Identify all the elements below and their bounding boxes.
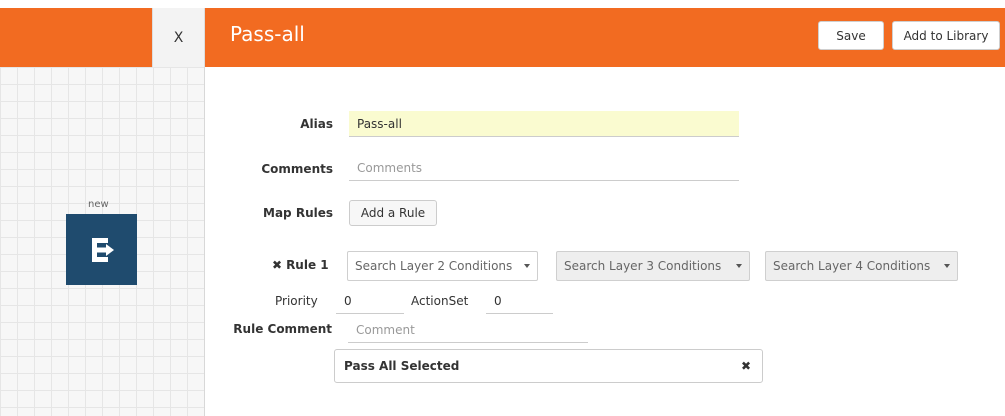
map-rules-label: Map Rules — [263, 206, 333, 220]
alias-label: Alias — [300, 117, 333, 131]
pass-all-label: Pass All Selected — [344, 359, 460, 373]
save-button[interactable]: Save — [818, 21, 884, 50]
chevron-down-icon — [736, 264, 742, 268]
actionset-label: ActionSet — [411, 294, 469, 308]
rule-header: ✖ Rule 1 — [272, 258, 329, 272]
rule-title: Rule 1 — [286, 258, 329, 272]
map-editor: X Pass-all Save Add to Library new Alias… — [0, 0, 1005, 416]
add-rule-button[interactable]: Add a Rule — [349, 200, 437, 226]
map-node[interactable] — [66, 214, 137, 285]
priority-field[interactable]: 0 — [336, 288, 404, 314]
pass-all-selected-tag: Pass All Selected ✖ — [334, 349, 763, 383]
e-arrow-icon — [91, 237, 114, 262]
actionset-field[interactable]: 0 — [486, 288, 553, 314]
close-icon[interactable]: ✖ — [741, 359, 751, 373]
add-to-library-button[interactable]: Add to Library — [892, 21, 1000, 50]
alias-field[interactable]: Pass-all — [349, 111, 739, 137]
comments-label: Comments — [261, 162, 333, 176]
rule-comment-label: Rule Comment — [233, 322, 332, 336]
chevron-down-icon — [524, 264, 530, 268]
layer3-placeholder: Search Layer 3 Conditions — [564, 259, 722, 273]
layer2-conditions-select[interactable]: Search Layer 2 Conditions — [347, 251, 538, 281]
rule-comment-field[interactable]: Comment — [348, 317, 588, 343]
chevron-down-icon — [944, 264, 950, 268]
remove-rule-icon[interactable]: ✖ — [272, 258, 282, 272]
page-title: Pass-all — [230, 22, 305, 46]
priority-label: Priority — [275, 294, 318, 308]
close-panel-button[interactable]: X — [152, 8, 205, 67]
layer4-conditions-select[interactable]: Search Layer 4 Conditions — [765, 251, 958, 281]
node-label: new — [88, 199, 109, 210]
comments-field[interactable]: Comments — [349, 155, 739, 181]
layer2-placeholder: Search Layer 2 Conditions — [355, 259, 513, 273]
layer4-placeholder: Search Layer 4 Conditions — [773, 259, 931, 273]
layer3-conditions-select[interactable]: Search Layer 3 Conditions — [556, 251, 750, 281]
